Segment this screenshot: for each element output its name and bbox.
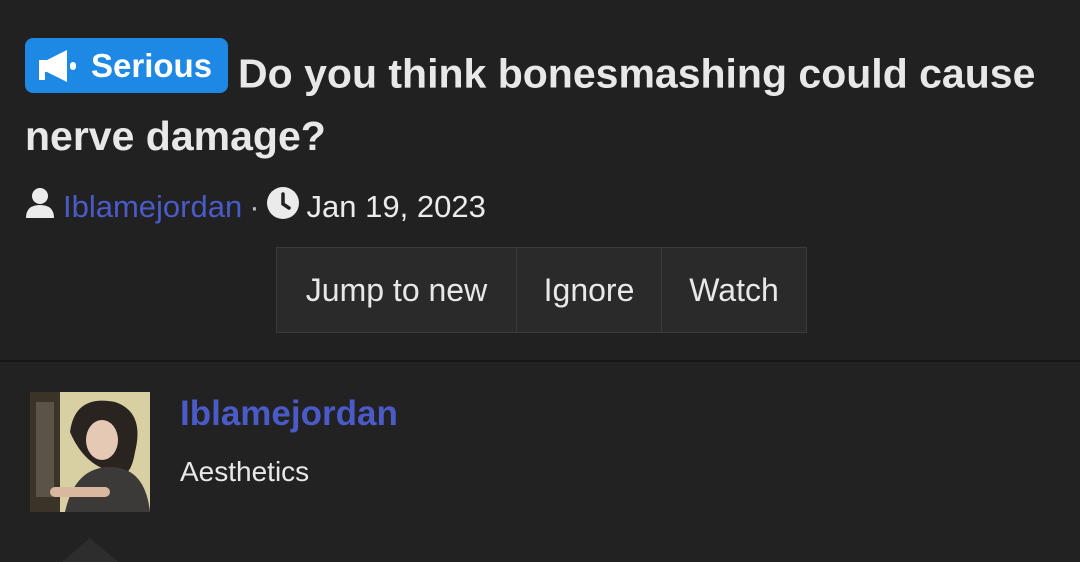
message-arrow — [62, 538, 118, 562]
thread-header: Serious Do you think bonesmashing could c… — [25, 38, 1065, 227]
author-link[interactable]: Iblamejordan — [63, 189, 242, 225]
meta-separator: · — [249, 188, 260, 224]
clock-icon — [266, 186, 299, 227]
thread-date[interactable]: Jan 19, 2023 — [307, 189, 486, 225]
thread-actions: Jump to new Ignore Watch — [276, 247, 807, 333]
jump-to-new-button[interactable]: Jump to new — [276, 247, 517, 333]
prefix-badge[interactable]: Serious — [25, 38, 229, 93]
thread-title: Serious Do you think bonesmashing could c… — [25, 38, 1065, 167]
user-icon — [25, 187, 55, 227]
thread-meta: Iblamejordan · Jan 19, 2023 — [25, 186, 1065, 227]
ignore-button[interactable]: Ignore — [516, 247, 662, 333]
post-username[interactable]: Iblamejordan — [180, 394, 398, 434]
prefix-label: Serious — [91, 47, 213, 84]
watch-button[interactable]: Watch — [661, 247, 807, 333]
user-title: Aesthetics — [180, 456, 310, 487]
post: Iblamejordan Aesthetics — [0, 362, 1080, 562]
megaphone-icon — [37, 48, 79, 84]
avatar[interactable] — [30, 392, 150, 512]
